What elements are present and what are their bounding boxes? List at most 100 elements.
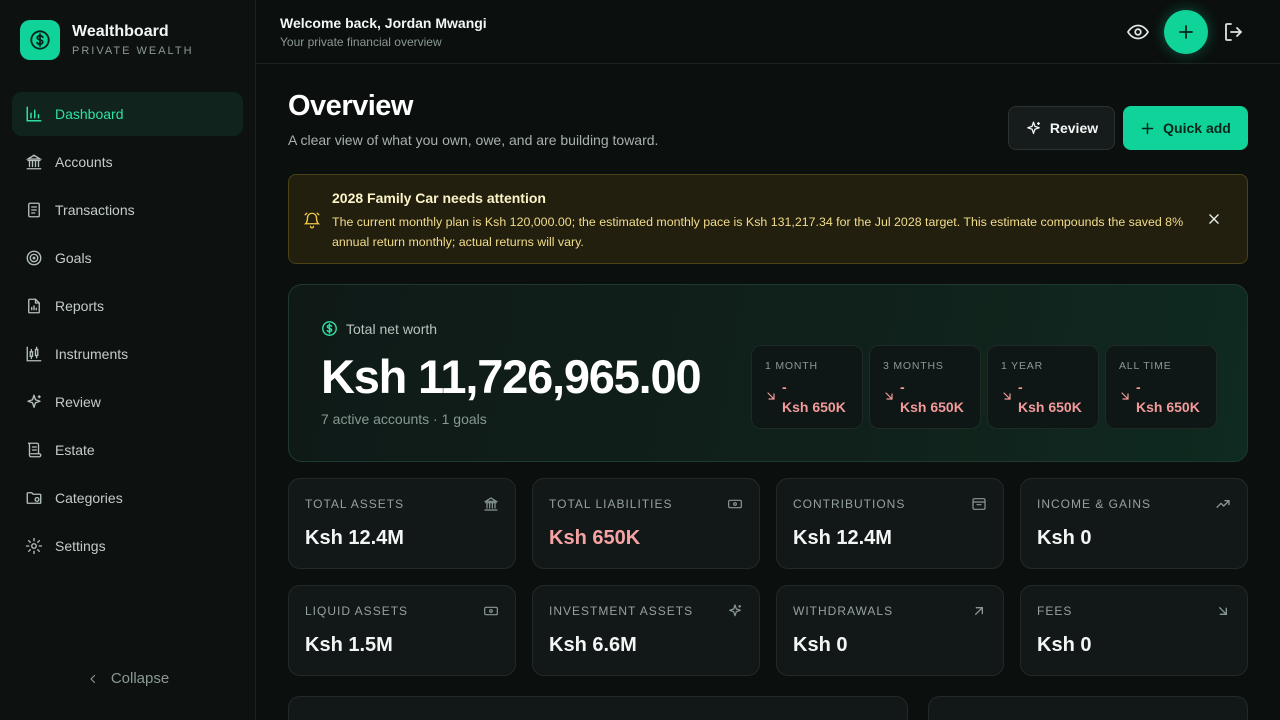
stat-withdrawals[interactable]: WITHDRAWALS Ksh 0	[776, 585, 1004, 676]
period-label: 1 MONTH	[765, 360, 818, 372]
sparkles-icon	[729, 604, 741, 617]
plus-icon	[1179, 25, 1193, 39]
sidebar-item-accounts[interactable]: Accounts	[12, 140, 243, 184]
trending-up-icon	[1216, 500, 1230, 508]
sidebar: Wealthboard PRIVATE WEALTH Dashboard Acc…	[0, 0, 256, 720]
sidebar-nav: Dashboard Accounts Transactions Goals Re…	[12, 92, 243, 572]
period-card-3-months: 3 MONTHS - Ksh 650K	[869, 345, 981, 429]
sidebar-item-instruments[interactable]: Instruments	[12, 332, 243, 376]
eye-icon[interactable]	[1126, 20, 1150, 44]
stat-total-liabilities[interactable]: TOTAL LIABILITIES Ksh 650K	[532, 478, 760, 569]
stat-value: Ksh 0	[1037, 527, 1092, 549]
arrow-up-right-icon	[975, 607, 983, 615]
stat-income-gains[interactable]: INCOME & GAINS Ksh 0	[1020, 478, 1248, 569]
bank-icon	[25, 154, 43, 170]
sidebar-item-settings[interactable]: Settings	[12, 524, 243, 568]
stat-label: LIQUID ASSETS	[305, 604, 409, 618]
sidebar-item-estate[interactable]: Estate	[12, 428, 243, 472]
plus-icon	[1141, 122, 1154, 134]
sidebar-item-label: Categories	[55, 490, 123, 506]
sidebar-item-transactions[interactable]: Transactions	[12, 188, 243, 232]
stat-label: WITHDRAWALS	[793, 604, 894, 618]
period-sign: -	[1136, 379, 1141, 395]
banknote-icon	[484, 606, 498, 616]
net-worth-meta: 7 active accounts · 1 goals	[321, 411, 487, 427]
sidebar-item-label: Settings	[55, 538, 106, 554]
net-worth-value: Ksh 11,726,965.00	[321, 350, 702, 403]
alert-title: 2028 Family Car needs attention	[332, 190, 546, 206]
stat-label: INVESTMENT ASSETS	[549, 604, 694, 618]
stat-contributions[interactable]: CONTRIBUTIONS Ksh 12.4M	[776, 478, 1004, 569]
arrow-down-right-icon	[885, 392, 893, 400]
archive-icon	[972, 498, 986, 510]
stat-label: TOTAL ASSETS	[305, 497, 405, 511]
sidebar-item-label: Transactions	[55, 202, 135, 218]
sidebar-item-review[interactable]: Review	[12, 380, 243, 424]
brand-name: Wealthboard	[72, 23, 169, 40]
period-label: 1 YEAR	[1001, 360, 1043, 372]
collapse-label: Collapse	[110, 670, 170, 687]
sparkles-icon	[27, 394, 41, 408]
stat-value: Ksh 0	[793, 634, 848, 656]
receipt-icon	[28, 202, 40, 218]
page-title: Overview	[288, 90, 413, 122]
dollar-circle-icon	[322, 321, 337, 336]
arrow-down-right-icon	[1003, 392, 1011, 400]
sidebar-item-goals[interactable]: Goals	[12, 236, 243, 280]
stat-label: FEES	[1037, 604, 1073, 618]
sidebar-item-label: Estate	[55, 442, 95, 458]
period-card-1-year: 1 YEAR - Ksh 650K	[987, 345, 1099, 429]
bell-icon	[303, 212, 321, 229]
net-worth-card: Total net worth Ksh 11,726,965.00 7 acti…	[288, 284, 1248, 462]
period-label: ALL TIME	[1119, 360, 1172, 372]
period-label: 3 MONTHS	[883, 360, 944, 372]
stat-liquid-assets[interactable]: LIQUID ASSETS Ksh 1.5M	[288, 585, 516, 676]
target-icon	[26, 250, 42, 266]
page-subtitle: A clear view of what you own, owe, and a…	[288, 132, 659, 148]
close-icon[interactable]	[1207, 212, 1221, 226]
brand[interactable]: Wealthboard PRIVATE WEALTH	[20, 20, 194, 60]
stat-value: Ksh 12.4M	[793, 527, 892, 549]
brand-subtitle: PRIVATE WEALTH	[72, 45, 194, 57]
period-change: Ksh 650K	[1136, 399, 1200, 415]
period-change: Ksh 650K	[1018, 399, 1082, 415]
net-worth-label-row: Total net worth	[321, 320, 437, 337]
add-button[interactable]	[1164, 10, 1208, 54]
period-sign: -	[782, 379, 787, 395]
collapse-button[interactable]: Collapse	[0, 670, 256, 687]
alert-body: The current monthly plan is Ksh 120,000.…	[332, 215, 1184, 249]
period-card-1-month: 1 MONTH - Ksh 650K	[751, 345, 863, 429]
folder-icon	[26, 492, 42, 504]
welcome-message: Welcome back, Jordan Mwangi	[280, 15, 487, 31]
period-card-all-time: ALL TIME - Ksh 650K	[1105, 345, 1217, 429]
scroll-icon	[27, 442, 42, 458]
stat-label: TOTAL LIABILITIES	[549, 497, 673, 511]
bank-icon	[483, 497, 499, 511]
goal-alert: 2028 Family Car needs attention The curr…	[288, 174, 1248, 264]
period-change: Ksh 650K	[782, 399, 846, 415]
period-sign: -	[900, 379, 905, 395]
sidebar-item-categories[interactable]: Categories	[12, 476, 243, 520]
dollar-circle-icon	[20, 20, 60, 60]
review-button-label: Review	[1049, 120, 1099, 136]
stat-value: Ksh 1.5M	[305, 634, 393, 656]
arrow-down-right-icon	[767, 392, 775, 400]
side-card	[928, 696, 1248, 720]
review-button[interactable]: Review	[1008, 106, 1115, 150]
sidebar-item-label: Review	[55, 394, 101, 410]
chevron-left-icon	[90, 674, 95, 683]
stat-value: Ksh 0	[1037, 634, 1092, 656]
quick-add-button[interactable]: Quick add	[1123, 106, 1248, 150]
stat-total-assets[interactable]: TOTAL ASSETS Ksh 12.4M	[288, 478, 516, 569]
period-change: Ksh 650K	[900, 399, 964, 415]
logout-icon[interactable]	[1222, 20, 1246, 44]
sidebar-item-reports[interactable]: Reports	[12, 284, 243, 328]
sidebar-item-dashboard[interactable]: Dashboard	[12, 92, 243, 136]
stat-label: INCOME & GAINS	[1037, 497, 1152, 511]
sparkles-icon	[1027, 120, 1040, 134]
welcome-subtitle: Your private financial overview	[280, 35, 442, 49]
bar-chart-icon	[26, 106, 42, 122]
stat-investment-assets[interactable]: INVESTMENT ASSETS Ksh 6.6M	[532, 585, 760, 676]
quick-add-label: Quick add	[1163, 120, 1231, 136]
stat-fees[interactable]: FEES Ksh 0	[1020, 585, 1248, 676]
